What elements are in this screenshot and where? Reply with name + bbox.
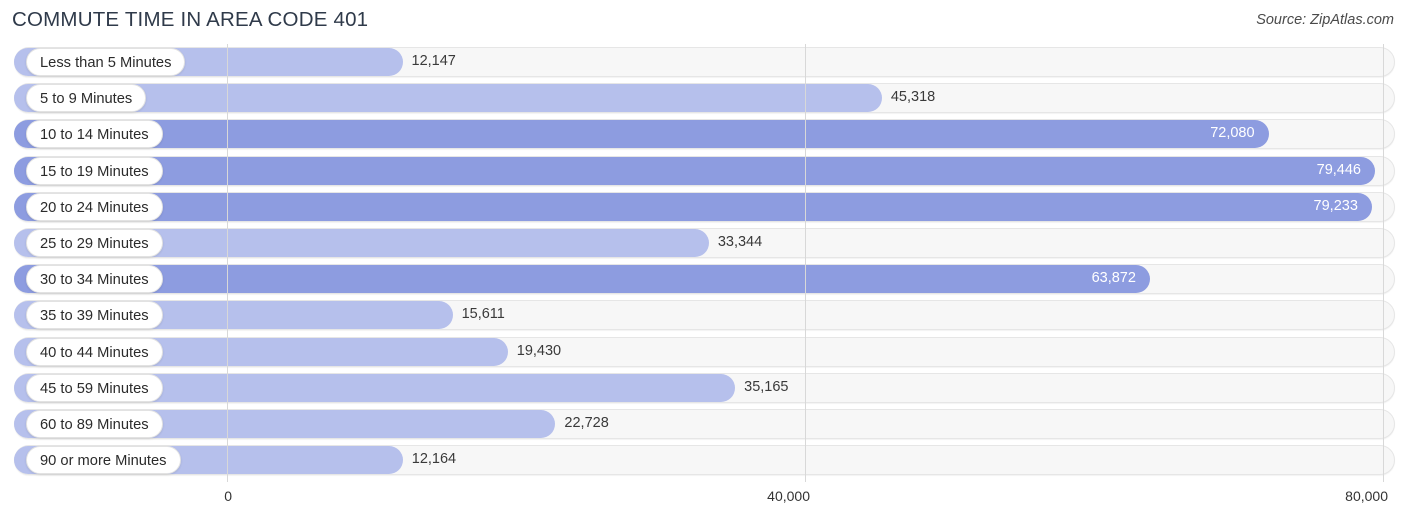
bar-value-label: 72,080 (1210, 125, 1255, 142)
bar[interactable] (14, 192, 1372, 221)
bar-value-label: 12,164 (411, 451, 457, 468)
bar-value-label: 22,728 (564, 414, 609, 431)
category-label: 60 to 89 Minutes (26, 409, 163, 438)
table-row[interactable]: 19,430 40 to 44 Minutes (0, 334, 1406, 370)
axis-tick-label: 0 (224, 488, 232, 504)
category-label: 40 to 44 Minutes (26, 337, 163, 366)
table-row[interactable]: 79,446 15 to 19 Minutes (0, 153, 1406, 189)
category-label: 15 to 19 Minutes (26, 156, 163, 185)
bar-value-label: 45,318 (890, 89, 936, 106)
page-title: COMMUTE TIME IN AREA CODE 401 (12, 8, 369, 31)
bar-value-label: 12,147 (411, 53, 456, 69)
bar-value-label: 79,233 (1313, 197, 1358, 214)
table-row[interactable]: 15,611 35 to 39 Minutes (0, 297, 1406, 333)
bar-value-label: 63,872 (1091, 270, 1136, 287)
table-row[interactable]: 63,872 30 to 34 Minutes (0, 261, 1406, 297)
bar-rows: 12,147 Less than 5 Minutes 45,318 5 to 9 Mi… (0, 44, 1406, 478)
bar-value-label: 19,430 (516, 342, 562, 359)
category-label: 25 to 29 Minutes (26, 228, 163, 257)
table-row[interactable]: 33,344 25 to 29 Minutes (0, 225, 1406, 261)
table-row[interactable]: 22,728 60 to 89 Minutes (0, 406, 1406, 442)
bar[interactable] (14, 156, 1375, 185)
category-label: 90 or more Minutes (26, 446, 181, 475)
source-attribution: Source: ZipAtlas.com (1256, 12, 1394, 28)
category-label: 30 to 34 Minutes (26, 265, 163, 294)
category-label: 45 to 59 Minutes (26, 373, 163, 402)
table-row[interactable]: 35,165 45 to 59 Minutes (0, 370, 1406, 406)
bar[interactable] (14, 120, 1269, 149)
category-label: 10 to 14 Minutes (26, 120, 163, 149)
bar[interactable] (14, 265, 1150, 294)
axis-tick-label: 80,000 (1345, 488, 1388, 504)
table-row[interactable]: 12,147 Less than 5 Minutes (0, 44, 1406, 80)
chart-plot-area: 12,147 Less than 5 Minutes 45,318 5 to 9 Mi… (0, 44, 1406, 484)
chart-header: COMMUTE TIME IN AREA CODE 401 Source: Zi… (0, 0, 1406, 44)
table-row[interactable]: 45,318 5 to 9 Minutes (0, 80, 1406, 116)
bar-value-label: 79,446 (1316, 161, 1361, 178)
bar-value-label: 33,344 (717, 233, 763, 250)
category-label: 5 to 9 Minutes (26, 84, 147, 113)
table-row[interactable]: 79,233 20 to 24 Minutes (0, 189, 1406, 225)
category-label: Less than 5 Minutes (26, 48, 186, 76)
category-label: 35 to 39 Minutes (26, 301, 163, 330)
axis-tick-label: 40,000 (767, 488, 810, 504)
table-row[interactable]: 12,164 90 or more Minutes (0, 442, 1406, 478)
table-row[interactable]: 72,080 10 to 14 Minutes (0, 116, 1406, 152)
bar-value-label: 15,611 (461, 306, 505, 323)
bar-value-label: 35,165 (744, 378, 789, 395)
category-label: 20 to 24 Minutes (26, 192, 163, 221)
x-axis: 0 40,000 80,000 (0, 484, 1406, 522)
